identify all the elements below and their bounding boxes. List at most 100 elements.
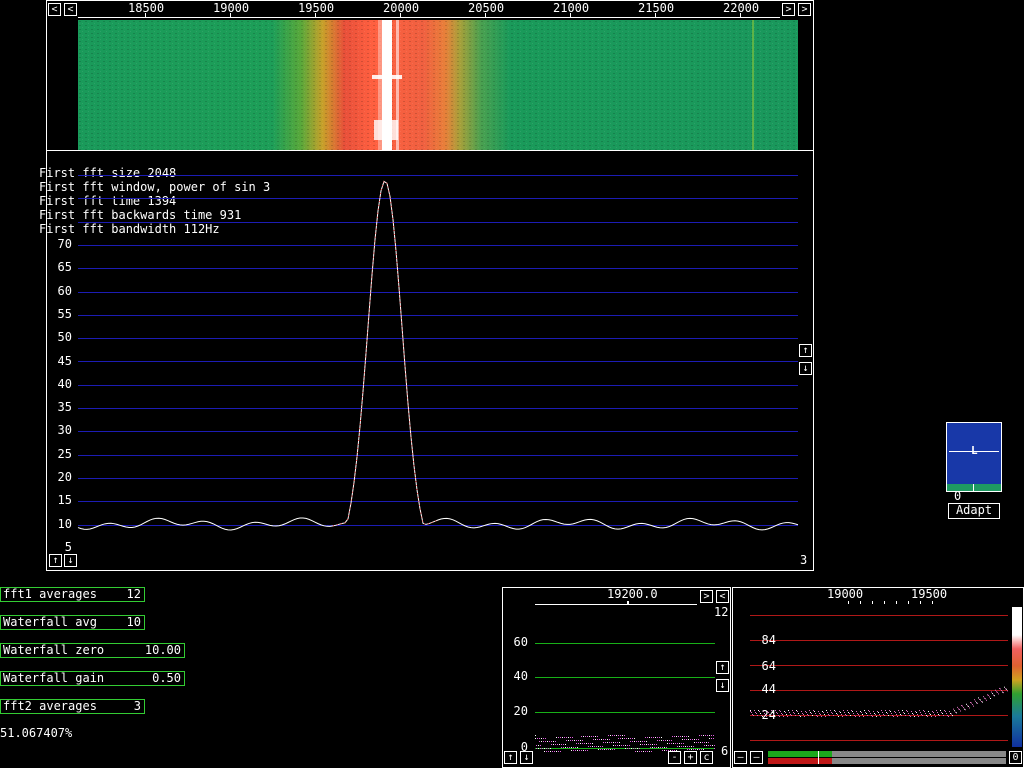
fft2-point: [813, 710, 814, 711]
fft2-point: [828, 714, 829, 715]
fft2-point: [1002, 691, 1003, 693]
fft2-point: [898, 710, 899, 711]
fft2-point: [756, 713, 757, 714]
fft2-point: [864, 710, 865, 711]
fft2-point: [1007, 690, 1008, 692]
fft2-point: [836, 713, 837, 714]
fft2-point: [892, 715, 893, 716]
fft2-minus2-button[interactable]: –: [750, 751, 763, 764]
fft2-point: [946, 713, 947, 714]
fft2-point: [958, 708, 959, 710]
fft2-point: [964, 708, 965, 710]
fft2-point: [760, 713, 761, 714]
fft2-point: [763, 711, 764, 712]
fft2-point: [880, 716, 881, 717]
fft2-point: [794, 713, 795, 714]
fft2-point: [969, 707, 970, 709]
fft2-point: [949, 711, 950, 712]
fft2-point: [850, 715, 851, 716]
fft2-point: [750, 711, 751, 712]
fft2-point: [783, 716, 784, 717]
fft2-point: [895, 712, 896, 713]
fft2-point: [859, 716, 860, 717]
fft2-point: [821, 716, 822, 717]
fft2-point: [955, 711, 956, 713]
fft2-point: [767, 711, 768, 712]
fft2-point: [872, 716, 873, 717]
fft2-point: [1006, 688, 1007, 690]
fft2-point: [985, 698, 986, 700]
fft2-point: [752, 714, 753, 715]
fft2-point: [805, 711, 806, 712]
fft2-point: [984, 697, 985, 699]
fft2-point: [835, 711, 836, 712]
fft2-point: [993, 694, 994, 696]
fft2-point: [779, 710, 780, 711]
fft2-point: [976, 702, 977, 704]
fft2-corner-value[interactable]: 0: [1009, 751, 1022, 764]
fft2-point: [847, 710, 848, 711]
fft2-point: [992, 693, 993, 695]
fft2-point: [823, 712, 824, 713]
fft2-point: [902, 710, 903, 711]
fft2-point: [924, 711, 925, 712]
fft2-point: [882, 712, 883, 713]
fft2-point: [936, 710, 937, 711]
fft2-point: [873, 711, 874, 712]
fft2-point: [913, 714, 914, 715]
fft2-point: [826, 710, 827, 711]
fft2-point: [765, 714, 766, 715]
fft2-level-green: [768, 751, 832, 757]
fft2-point: [808, 715, 809, 716]
fft2-point: [834, 710, 835, 711]
fft2-point: [856, 711, 857, 712]
fft2-point: [948, 716, 949, 717]
fft2-point: [802, 713, 803, 714]
fft2-point: [843, 710, 844, 711]
fft2-point: [851, 710, 852, 711]
fft2-point: [782, 714, 783, 715]
fft2-point: [926, 715, 927, 716]
fft2-point: [943, 715, 944, 716]
fft2-point: [980, 699, 981, 701]
fft2-point: [1000, 688, 1001, 690]
fft2-point: [878, 712, 879, 713]
fft2-point: [986, 699, 987, 701]
fft2-point: [990, 698, 991, 699]
fft2-point: [773, 714, 774, 715]
fft2-point: [940, 710, 941, 711]
fft2-point: [893, 716, 894, 717]
fft2-point: [845, 714, 846, 715]
fft2-point: [999, 687, 1000, 689]
fft2-point: [982, 701, 983, 703]
fft2-minus-button[interactable]: –: [734, 751, 747, 764]
fft2-point: [887, 713, 888, 714]
fft2-point: [998, 693, 999, 695]
fft2-point: [806, 712, 807, 713]
fft2-trace: [750, 686, 1008, 717]
fft2-point: [928, 711, 929, 712]
fft2-point: [987, 694, 988, 696]
fft2-point: [919, 710, 920, 711]
fft2-point: [978, 697, 979, 699]
fft2-point: [751, 712, 752, 713]
fft2-point: [962, 705, 963, 707]
fft2-point: [957, 706, 958, 708]
fft2-point: [935, 716, 936, 717]
fft2-point: [777, 713, 778, 714]
fft2-point: [818, 711, 819, 712]
fft2-point: [799, 715, 800, 716]
fft2-point: [968, 705, 969, 707]
fft2-point: [791, 715, 792, 716]
fft2-point: [784, 711, 785, 712]
fft2-point: [908, 713, 909, 714]
fft2-point: [842, 716, 843, 717]
fft2-point: [988, 694, 989, 696]
fft2-point: [811, 713, 812, 714]
fft2-point: [911, 711, 912, 712]
fft2-point: [927, 716, 928, 717]
fft2-point: [870, 713, 871, 714]
fft2-point: [797, 711, 798, 712]
fft2-point: [825, 716, 826, 717]
fft2-point: [894, 711, 895, 712]
